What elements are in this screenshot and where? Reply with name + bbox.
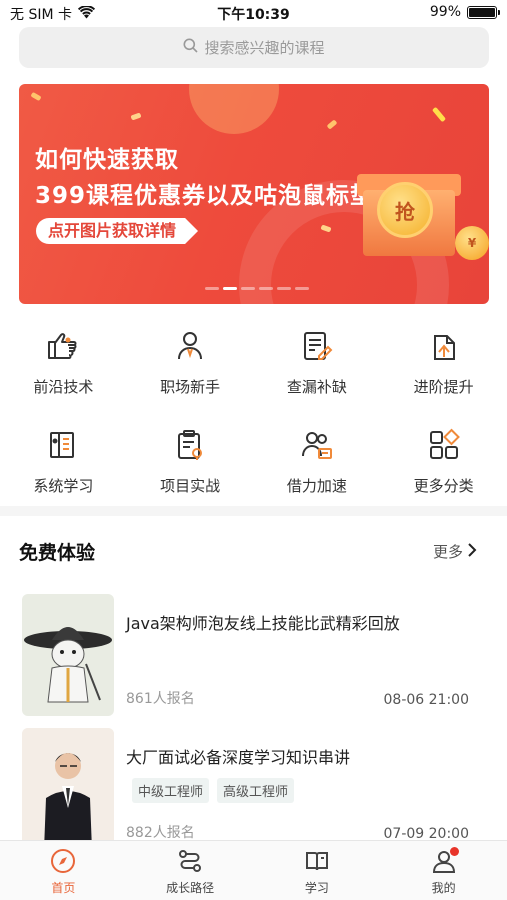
tab-profile[interactable]: 我的 bbox=[380, 841, 507, 900]
status-right: 99% bbox=[429, 4, 500, 20]
gift-box-illustration: 抢 bbox=[357, 156, 461, 256]
course-thumbnail bbox=[22, 728, 114, 850]
tab-label: 首页 bbox=[51, 881, 76, 895]
category-label: 更多分类 bbox=[413, 477, 474, 495]
battery-fill bbox=[469, 7, 495, 17]
category-more[interactable]: 更多分类 bbox=[380, 425, 507, 496]
book-stack-icon bbox=[43, 425, 83, 465]
yuan-coin-icon: ¥ bbox=[455, 226, 489, 260]
category-frontier-tech[interactable]: 前沿技术 bbox=[0, 326, 127, 397]
course-title: 大厂面试必备深度学习知识串讲 bbox=[126, 748, 351, 767]
path-icon bbox=[176, 847, 204, 875]
category-label: 系统学习 bbox=[33, 477, 94, 495]
banner-cta-button[interactable]: 点开图片获取详情 bbox=[36, 218, 199, 244]
banner-page-dot bbox=[295, 287, 309, 290]
course-card[interactable]: Java架构师泡友线上技能比武精彩回放 861人报名 08-06 21:00 bbox=[22, 594, 507, 716]
course-card[interactable]: 大厂面试必备深度学习知识串讲 中级工程师 高级工程师 882人报名 07-09 … bbox=[22, 728, 507, 850]
category-fill-gaps[interactable]: 查漏补缺 bbox=[254, 326, 381, 397]
category-label: 职场新手 bbox=[160, 378, 221, 396]
confetti-shape bbox=[431, 106, 447, 123]
category-project-practice[interactable]: 项目实战 bbox=[127, 425, 254, 496]
section-divider bbox=[0, 506, 507, 516]
course-time: 08-06 21:00 bbox=[383, 692, 469, 708]
banner-page-dot bbox=[259, 287, 273, 290]
category-label: 查漏补缺 bbox=[286, 378, 347, 396]
category-systematic-learning[interactable]: 系统学习 bbox=[0, 425, 127, 496]
upgrade-icon bbox=[424, 326, 464, 366]
chevron-right-icon bbox=[467, 542, 477, 561]
banner-page-indicator bbox=[205, 287, 309, 290]
document-edit-icon bbox=[297, 326, 337, 366]
confetti-shape bbox=[30, 91, 42, 102]
tab-study[interactable]: 学习 bbox=[254, 841, 381, 900]
course-thumbnail bbox=[22, 594, 114, 716]
more-link[interactable]: 更多 bbox=[433, 541, 477, 562]
category-label: 借力加速 bbox=[286, 477, 347, 495]
section-title: 免费体验 bbox=[19, 542, 96, 564]
status-bar: 无 SIM 卡 下午10:39 99% bbox=[0, 0, 507, 26]
clipboard-icon bbox=[170, 425, 210, 465]
category-label: 项目实战 bbox=[160, 477, 221, 495]
notification-badge bbox=[450, 847, 460, 856]
battery-percent: 99% bbox=[429, 4, 461, 20]
confetti-shape bbox=[326, 119, 338, 130]
category-advanced[interactable]: 进阶提升 bbox=[380, 326, 507, 397]
banner-title-line2: 399课程优惠券以及咕泡鼠标垫 bbox=[35, 183, 375, 209]
level-tag: 高级工程师 bbox=[217, 778, 295, 803]
banner-page-dot bbox=[205, 287, 219, 290]
tab-home[interactable]: 首页 bbox=[0, 841, 127, 900]
compass-icon bbox=[49, 847, 77, 875]
enrollment-count: 861人报名 bbox=[126, 691, 195, 707]
more-label: 更多 bbox=[432, 543, 463, 561]
level-tag: 中级工程师 bbox=[132, 778, 210, 803]
category-label: 前沿技术 bbox=[33, 378, 94, 396]
banner-title-line1: 如何快速获取 bbox=[35, 147, 179, 173]
confetti-shape bbox=[130, 112, 142, 121]
banner-page-dot bbox=[241, 287, 255, 290]
search-placeholder: 搜索感兴趣的课程 bbox=[204, 39, 325, 57]
banner-page-dot bbox=[223, 287, 237, 290]
tab-label: 我的 bbox=[431, 881, 456, 895]
promo-banner[interactable]: 如何快速获取 399课程优惠券以及咕泡鼠标垫 点开图片获取详情 抢 ¥ bbox=[19, 84, 489, 304]
banner-page-dot bbox=[277, 287, 291, 290]
book-icon bbox=[303, 847, 331, 875]
category-grid: 前沿技术 职场新手 查漏补缺 进阶提升 系统学习 项目实战 借力加速 更多分类 bbox=[0, 326, 507, 496]
course-title: Java架构师泡友线上技能比武精彩回放 bbox=[126, 614, 400, 633]
tab-growth-path[interactable]: 成长路径 bbox=[127, 841, 254, 900]
banner-decoration-circle bbox=[189, 84, 279, 134]
team-icon bbox=[297, 425, 337, 465]
pointing-hand-icon bbox=[43, 326, 83, 366]
search-input[interactable]: 搜索感兴趣的课程 bbox=[19, 27, 489, 68]
grid-icon bbox=[424, 425, 464, 465]
category-label: 进阶提升 bbox=[413, 378, 474, 396]
search-icon bbox=[183, 38, 199, 57]
enrollment-count: 882人报名 bbox=[126, 825, 195, 841]
category-workplace-newbie[interactable]: 职场新手 bbox=[127, 326, 254, 397]
category-accelerate[interactable]: 借力加速 bbox=[254, 425, 381, 496]
tab-label: 成长路径 bbox=[166, 881, 215, 895]
battery-icon bbox=[467, 5, 500, 19]
person-icon bbox=[170, 326, 210, 366]
bottom-tab-bar: 首页 成长路径 学习 我的 bbox=[0, 840, 507, 900]
tab-label: 学习 bbox=[304, 881, 329, 895]
course-tags: 中级工程师 高级工程师 bbox=[132, 778, 295, 803]
grab-coin-icon: 抢 bbox=[377, 182, 433, 238]
